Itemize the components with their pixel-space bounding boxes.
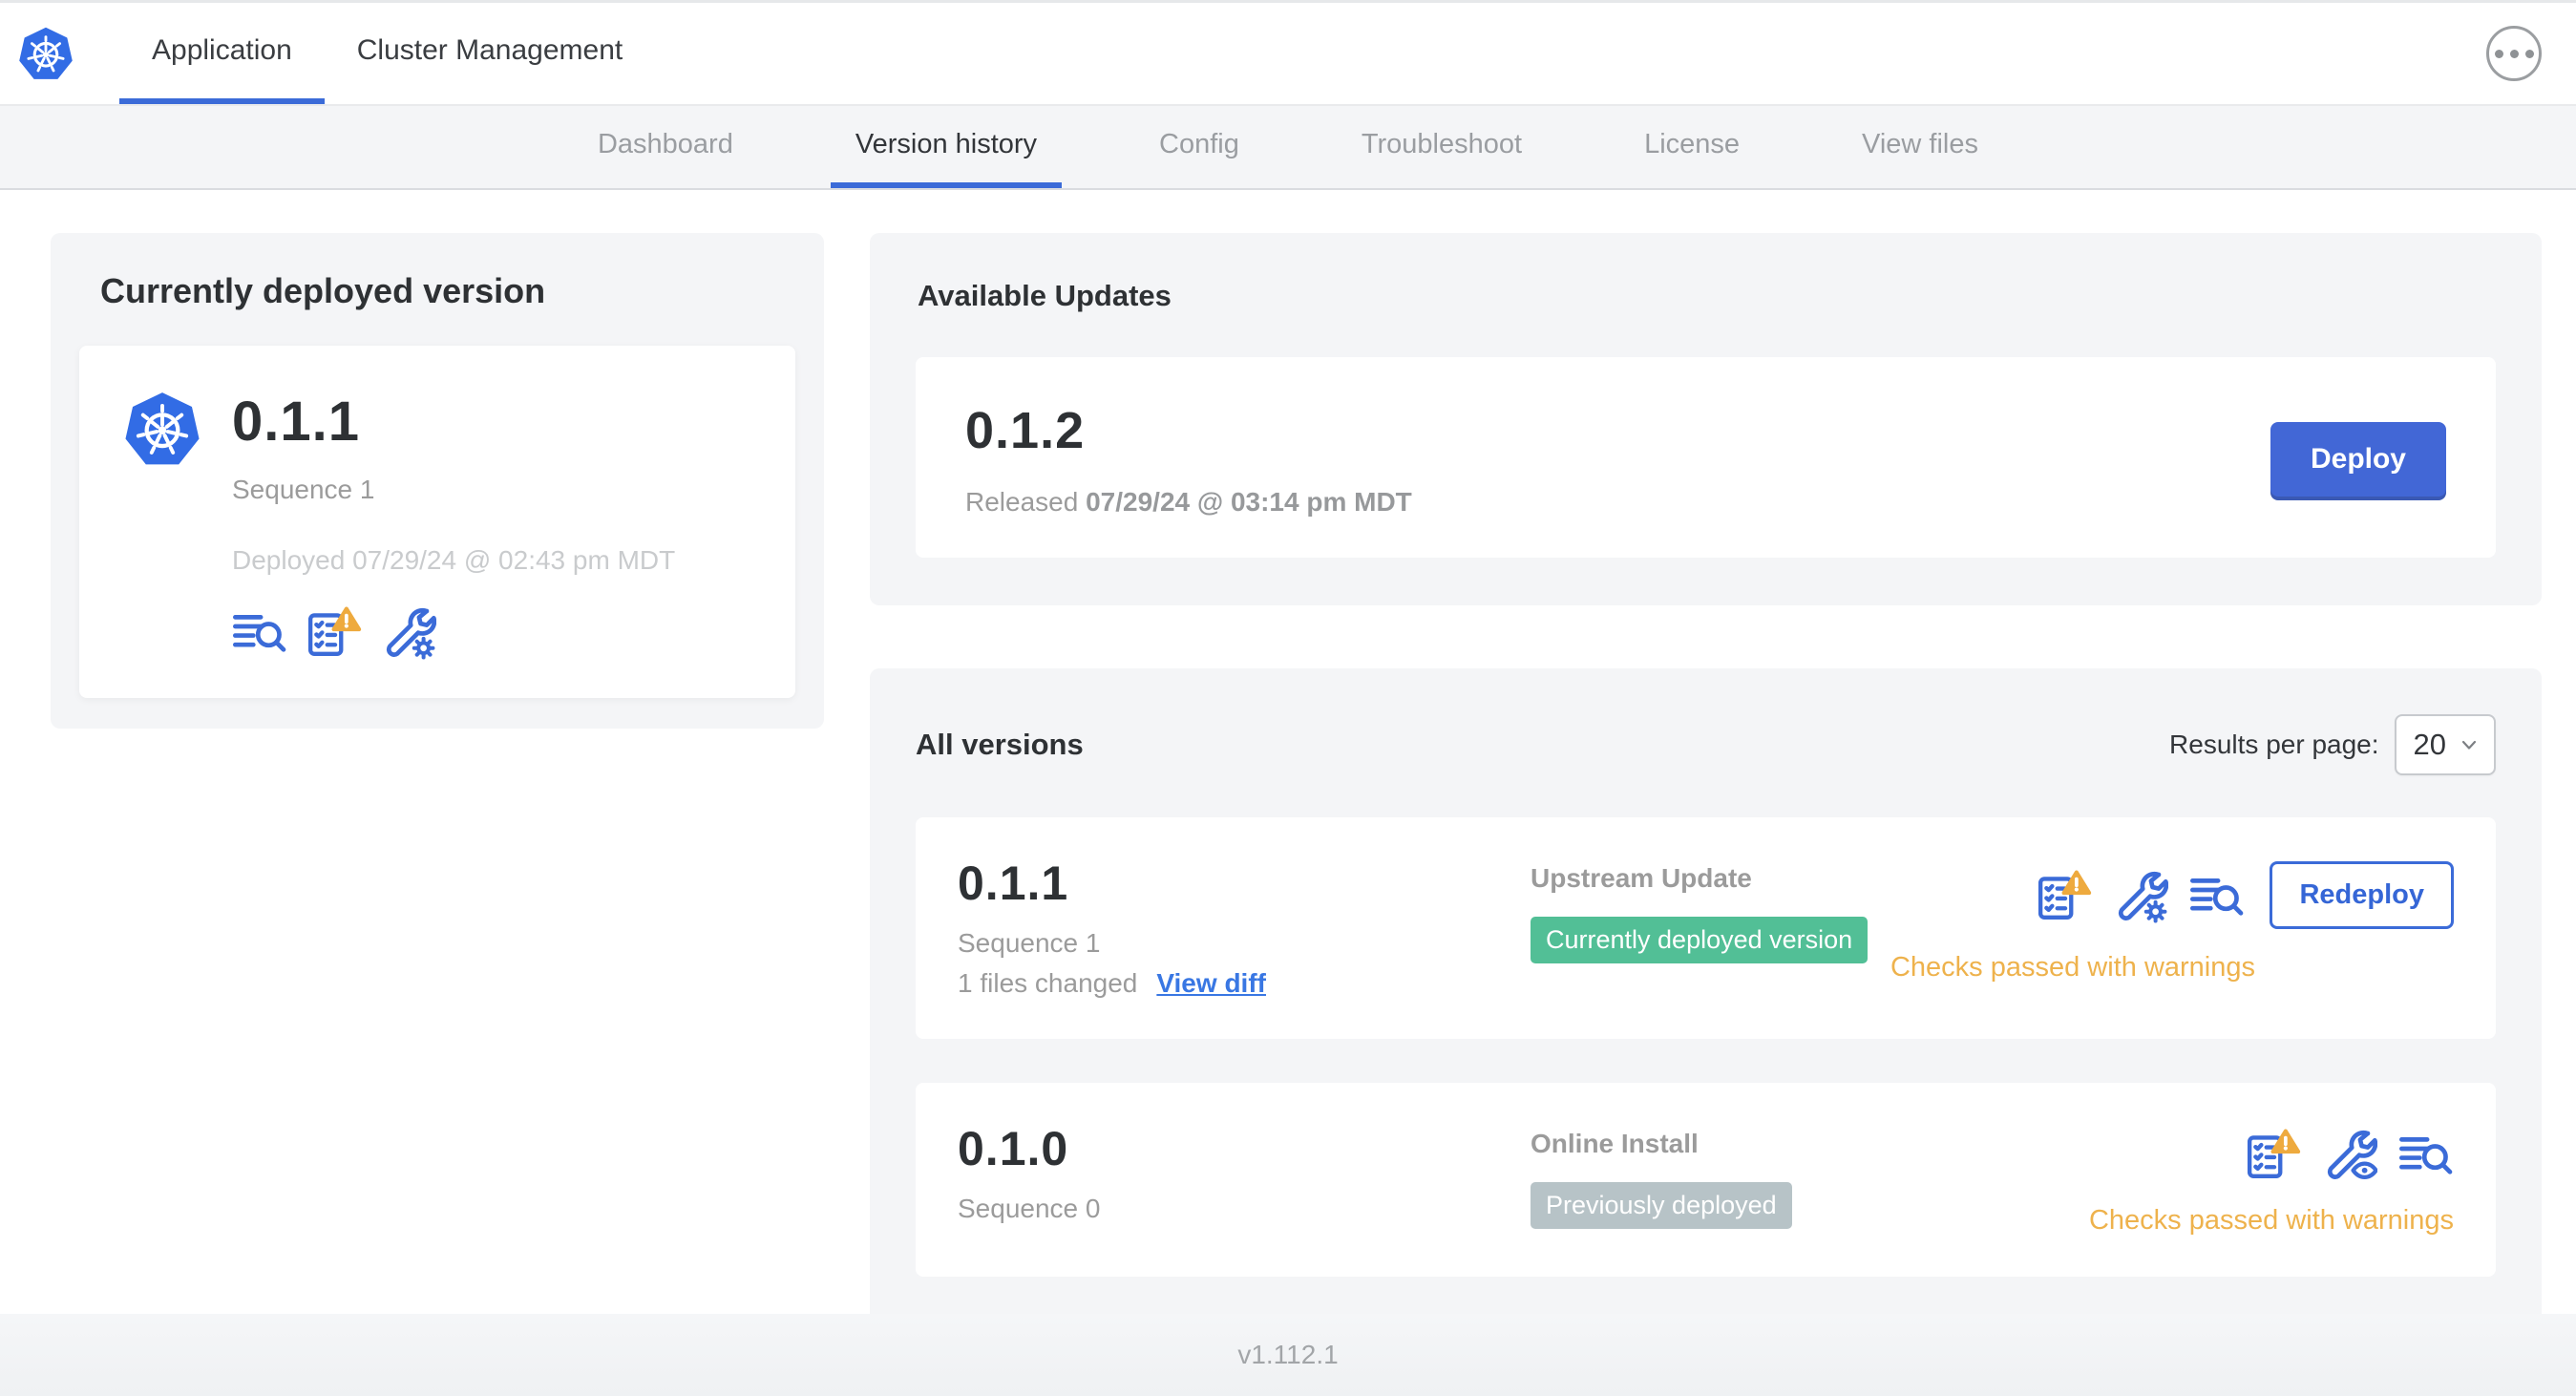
subtab-license[interactable]: License <box>1619 106 1764 188</box>
overflow-menu-button[interactable] <box>2486 26 2542 81</box>
subtab-config-label: Config <box>1159 128 1239 159</box>
top-navigation: Application Cluster Management <box>0 3 2576 106</box>
view-diff-link[interactable]: View diff <box>1156 968 1266 999</box>
row-sequence: Sequence 0 <box>958 1194 1101 1223</box>
ellipsis-icon <box>2494 49 2503 58</box>
subtab-troubleshoot-label: Troubleshoot <box>1361 128 1523 159</box>
edit-config-icon[interactable] <box>381 604 436 660</box>
all-versions-title: All versions <box>916 728 1084 761</box>
chevron-down-icon <box>2461 740 2477 750</box>
currently-deployed-card: 0.1.1 Sequence 1 Deployed 07/29/24 @ 02:… <box>79 346 795 698</box>
currently-deployed-badge: Currently deployed version <box>1531 917 1869 963</box>
previously-deployed-badge: Previously deployed <box>1531 1182 1792 1229</box>
subtab-view-files-label: View files <box>1862 128 1979 159</box>
files-changed-label: 1 files changed <box>958 968 1138 998</box>
preflight-checks-warning-icon[interactable] <box>306 604 362 660</box>
preflight-status-text: Checks passed with warnings <box>1890 952 2255 983</box>
available-update-card: 0.1.2 Released 07/29/24 @ 03:14 pm MDT D… <box>916 357 2496 558</box>
edit-config-icon[interactable] <box>2113 868 2168 923</box>
available-updates-title: Available Updates <box>918 279 1172 312</box>
row-version-number: 0.1.0 <box>958 1122 1069 1175</box>
version-source-label: Online Install <box>1531 1129 1699 1158</box>
app-footer: v1.112.1 <box>0 1314 2576 1396</box>
tab-application[interactable]: Application <box>119 3 325 104</box>
deployed-sequence: Sequence 1 <box>232 475 375 504</box>
results-per-page-label: Results per page: <box>2169 730 2379 759</box>
deploy-button[interactable]: Deploy <box>2270 422 2446 497</box>
results-per-page-select[interactable]: 20 <box>2394 714 2496 775</box>
version-source-label: Upstream Update <box>1531 863 1752 893</box>
release-notes-icon[interactable] <box>2398 1127 2454 1182</box>
update-version-number: 0.1.2 <box>965 402 1086 459</box>
version-row: 0.1.0 Sequence 0 Online Install Previous… <box>916 1083 2496 1277</box>
released-date: 07/29/24 @ 03:14 pm MDT <box>1086 487 1412 517</box>
deployed-version-number: 0.1.1 <box>232 391 360 453</box>
update-released-line: Released 07/29/24 @ 03:14 pm MDT <box>965 487 1412 518</box>
preflight-checks-warning-icon[interactable] <box>2037 868 2092 923</box>
deployed-timestamp: Deployed 07/29/24 @ 02:43 pm MDT <box>232 545 676 575</box>
subtab-view-files[interactable]: View files <box>1837 106 2003 188</box>
row-version-number: 0.1.1 <box>958 857 1069 910</box>
tab-application-label: Application <box>152 34 292 66</box>
app-sub-navigation: Dashboard Version history Config Trouble… <box>0 106 2576 190</box>
preflight-checks-warning-icon[interactable] <box>2246 1127 2301 1182</box>
subtab-version-history[interactable]: Version history <box>830 106 1063 188</box>
subtab-dashboard[interactable]: Dashboard <box>573 106 758 188</box>
version-row: 0.1.1 Sequence 1 1 files changed View di… <box>916 817 2496 1039</box>
release-notes-icon[interactable] <box>232 604 287 660</box>
results-per-page-value: 20 <box>2413 728 2446 761</box>
currently-deployed-title: Currently deployed version <box>100 271 546 310</box>
app-kubernetes-icon <box>121 388 203 474</box>
available-updates-panel: Available Updates 0.1.2 Released 07/29/2… <box>870 233 2542 605</box>
tab-cluster-management[interactable]: Cluster Management <box>325 3 655 104</box>
all-versions-panel: All versions Results per page: 20 0.1.1 … <box>870 668 2542 1334</box>
released-label: Released <box>965 487 1079 517</box>
release-notes-icon[interactable] <box>2189 868 2245 923</box>
subtab-license-label: License <box>1644 128 1741 159</box>
currently-deployed-panel: Currently deployed version 0.1.1 Sequenc… <box>51 233 824 729</box>
console-version: v1.112.1 <box>1237 1340 1339 1369</box>
tab-cluster-management-label: Cluster Management <box>356 34 623 66</box>
row-sequence: Sequence 1 <box>958 928 1101 958</box>
subtab-version-history-label: Version history <box>855 128 1038 159</box>
version-history-page: Currently deployed version 0.1.1 Sequenc… <box>0 190 2576 1334</box>
subtab-config[interactable]: Config <box>1134 106 1264 188</box>
subtab-troubleshoot[interactable]: Troubleshoot <box>1337 106 1547 188</box>
preflight-status-text: Checks passed with warnings <box>2088 1205 2454 1236</box>
subtab-dashboard-label: Dashboard <box>597 128 733 159</box>
kubernetes-logo-icon <box>16 24 75 83</box>
view-config-icon[interactable] <box>2322 1127 2377 1182</box>
redeploy-button[interactable]: Redeploy <box>2270 861 2454 929</box>
